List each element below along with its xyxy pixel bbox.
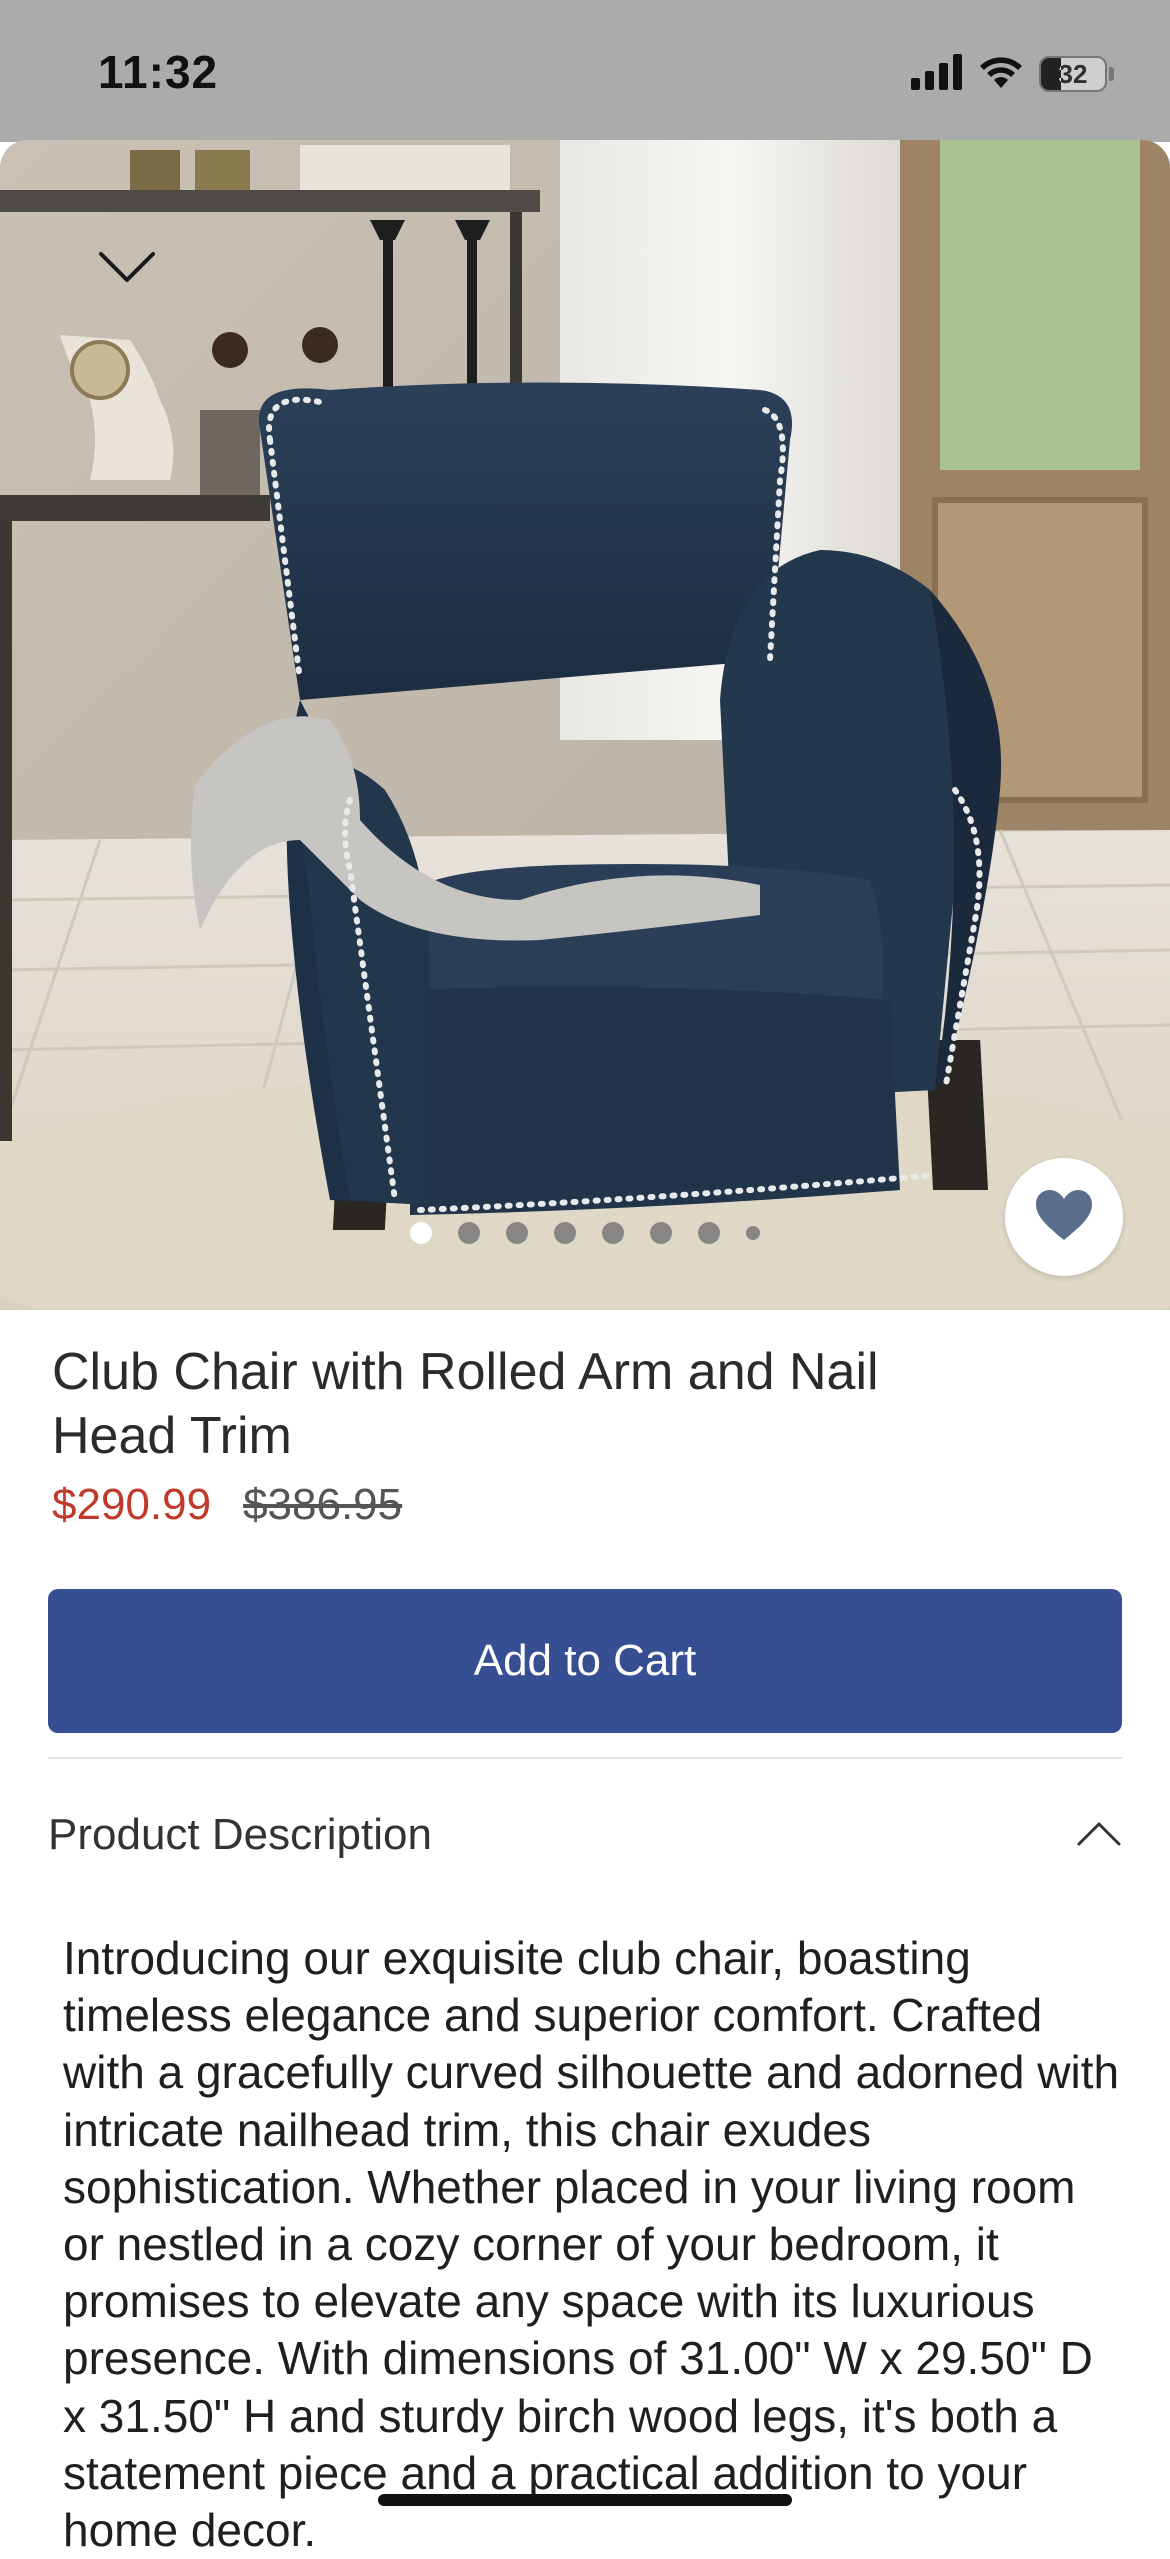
gallery-dot[interactable] <box>650 1222 672 1244</box>
battery-icon: 32 <box>1039 56 1107 92</box>
product-description-text: Introducing our exquisite club chair, bo… <box>63 1932 1120 2557</box>
signal-icon <box>911 53 963 95</box>
product-description-header: Product Description <box>48 1810 432 1859</box>
gallery-dot[interactable] <box>698 1222 720 1244</box>
gallery-dot[interactable] <box>506 1222 528 1244</box>
add-to-cart-button[interactable]: Add to Cart <box>48 1589 1122 1733</box>
price-row: $290.99 $386.95 <box>52 1480 402 1530</box>
gallery-dot[interactable] <box>554 1222 576 1244</box>
gallery-pagination <box>0 1222 1170 1244</box>
original-price: $386.95 <box>243 1480 403 1529</box>
divider <box>48 1757 1122 1759</box>
gallery-dot[interactable] <box>410 1222 432 1244</box>
favorite-button[interactable] <box>1005 1158 1123 1276</box>
wifi-icon <box>977 54 1025 95</box>
chevron-down-icon <box>97 250 157 291</box>
collapse-button[interactable] <box>90 240 164 300</box>
status-icons: 32 <box>911 52 1114 96</box>
gallery-dot[interactable] <box>602 1222 624 1244</box>
status-bar: 11:32 32 <box>0 0 1170 142</box>
chevron-up-icon <box>1076 1819 1122 1852</box>
status-time: 11:32 <box>98 46 219 98</box>
product-image-gallery[interactable] <box>0 140 1170 1310</box>
product-description-toggle[interactable]: Product Description <box>48 1800 1122 1870</box>
product-image <box>0 140 1170 1310</box>
battery-tip <box>1109 67 1114 81</box>
home-indicator[interactable] <box>378 2494 792 2506</box>
product-title: Club Chair with Rolled Arm and Nail Head… <box>52 1343 879 1465</box>
sale-price: $290.99 <box>52 1480 212 1529</box>
heart-icon <box>1034 1188 1094 1247</box>
battery-level: 32 <box>1058 59 1088 89</box>
gallery-dot[interactable] <box>746 1226 760 1240</box>
gallery-dot[interactable] <box>458 1222 480 1244</box>
